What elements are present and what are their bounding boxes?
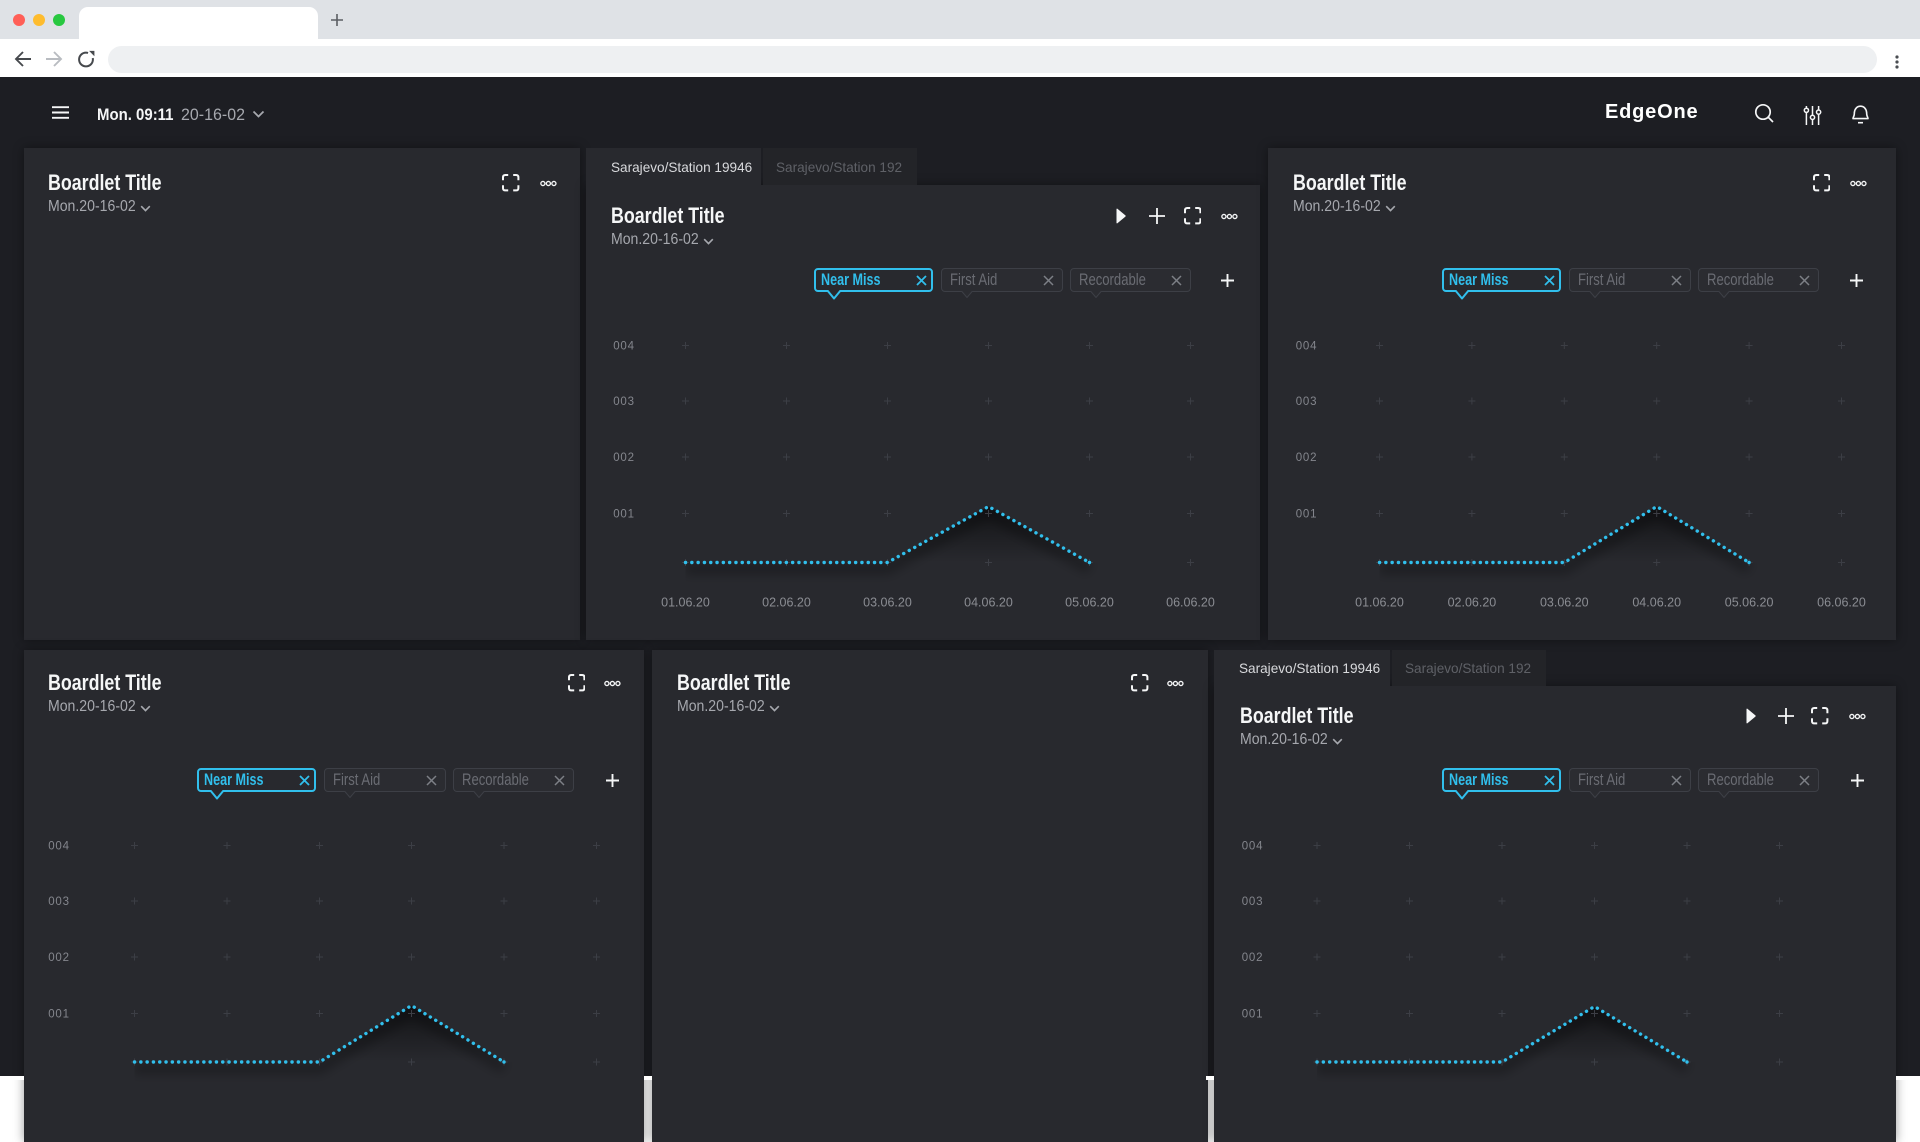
svg-text:003: 003 xyxy=(1242,896,1264,908)
svg-text:05.06.20: 05.06.20 xyxy=(1065,596,1114,610)
svg-text:002: 002 xyxy=(1296,452,1318,464)
svg-text:01.06.20: 01.06.20 xyxy=(661,596,710,610)
svg-text:03.06.20: 03.06.20 xyxy=(1540,596,1589,610)
svg-text:004: 004 xyxy=(613,341,635,353)
svg-text:003: 003 xyxy=(613,396,635,408)
svg-text:001: 001 xyxy=(1296,509,1318,521)
svg-text:002: 002 xyxy=(48,952,70,964)
svg-text:004: 004 xyxy=(48,841,70,853)
svg-text:05.06.20: 05.06.20 xyxy=(1725,596,1774,610)
svg-text:003: 003 xyxy=(48,896,70,908)
svg-text:002: 002 xyxy=(1242,952,1264,964)
svg-text:003: 003 xyxy=(1296,396,1318,408)
svg-text:02.06.20: 02.06.20 xyxy=(762,596,811,610)
svg-text:001: 001 xyxy=(48,1009,70,1021)
svg-text:001: 001 xyxy=(1242,1009,1264,1021)
svg-text:001: 001 xyxy=(613,509,635,521)
svg-text:004: 004 xyxy=(1242,841,1264,853)
svg-text:04.06.20: 04.06.20 xyxy=(1632,596,1681,610)
svg-text:04.06.20: 04.06.20 xyxy=(964,596,1013,610)
svg-text:002: 002 xyxy=(613,452,635,464)
svg-text:01.06.20: 01.06.20 xyxy=(1355,596,1404,610)
svg-text:03.06.20: 03.06.20 xyxy=(863,596,912,610)
svg-text:06.06.20: 06.06.20 xyxy=(1166,596,1215,610)
svg-text:06.06.20: 06.06.20 xyxy=(1817,596,1866,610)
svg-text:02.06.20: 02.06.20 xyxy=(1448,596,1497,610)
svg-text:004: 004 xyxy=(1296,341,1318,353)
